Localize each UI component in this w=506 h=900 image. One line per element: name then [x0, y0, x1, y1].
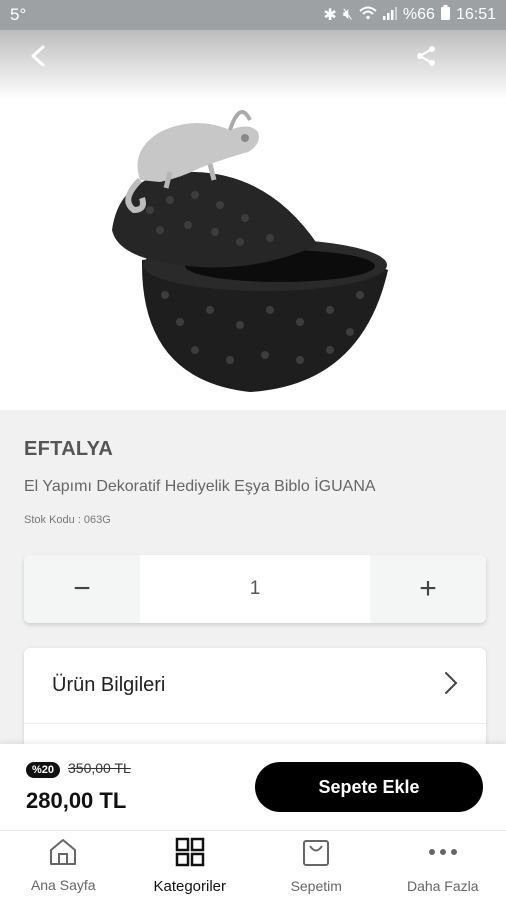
product-brand: EFTALYA	[24, 438, 114, 460]
mute-icon: 🔇︎	[342, 6, 353, 23]
bag-icon	[301, 837, 331, 872]
purchase-bar: %20 350,00 TL 280,00 TL Sepete Ekle	[0, 744, 506, 830]
bluetooth-icon: ✱	[323, 7, 337, 24]
nav-item-more[interactable]: Daha Fazla	[380, 831, 506, 900]
plus-icon: +	[419, 572, 437, 605]
nav-label-more: Daha Fazla	[406, 878, 479, 894]
nav-label-categories: Kategoriler	[153, 877, 227, 895]
status-bar: 5° ✱ 🔇︎ %66 16:51	[0, 0, 506, 30]
chevron-right-icon	[444, 671, 458, 700]
current-price: 280,00 TL	[26, 788, 127, 813]
nav-item-home[interactable]: Ana Sayfa	[0, 831, 127, 900]
grid-icon	[175, 837, 205, 872]
product-image[interactable]	[100, 60, 400, 400]
share-icon	[415, 45, 437, 72]
increase-quantity-button[interactable]: +	[370, 555, 486, 623]
product-title: El Yapımı Dekoratif Hediyelik Eşya Biblo…	[24, 478, 376, 495]
battery-percent: %66	[402, 6, 435, 23]
wifi-icon	[359, 6, 377, 25]
add-to-cart-button[interactable]: Sepete Ekle	[255, 762, 483, 812]
discount-badge: %20	[26, 762, 61, 778]
bottom-navigation: Ana Sayfa Kategoriler Sepetim Daha Fazla	[0, 830, 506, 900]
home-icon	[48, 838, 78, 871]
stock-code: Stok Kodu : 063G	[24, 514, 111, 526]
nav-label-cart: Sepetim	[290, 878, 342, 894]
clock-text: 16:51	[455, 6, 496, 23]
nav-label-home: Ana Sayfa	[30, 877, 96, 893]
battery-icon	[440, 5, 450, 25]
more-icon	[427, 837, 459, 872]
product-info-card: Ürün Bilgileri	[24, 648, 486, 748]
decrease-quantity-button[interactable]: −	[24, 555, 140, 623]
product-info-label: Ürün Bilgileri	[52, 674, 166, 696]
product-info-row[interactable]: Ürün Bilgileri	[24, 648, 486, 724]
temperature-text: 5°	[10, 5, 27, 24]
back-arrow-icon	[30, 45, 46, 72]
minus-icon: −	[73, 572, 91, 605]
back-button[interactable]	[24, 44, 52, 72]
signal-icon	[382, 6, 397, 25]
nav-item-categories[interactable]: Kategoriler	[127, 831, 254, 900]
nav-item-cart[interactable]: Sepetim	[253, 831, 380, 900]
quantity-stepper: − 1 +	[24, 555, 486, 623]
product-hero	[0, 30, 506, 410]
old-price: 350,00 TL	[68, 760, 131, 776]
status-icons: ✱ 🔇︎ %66 16:51	[323, 5, 496, 25]
quantity-value[interactable]: 1	[140, 555, 370, 623]
share-button[interactable]	[412, 44, 440, 72]
